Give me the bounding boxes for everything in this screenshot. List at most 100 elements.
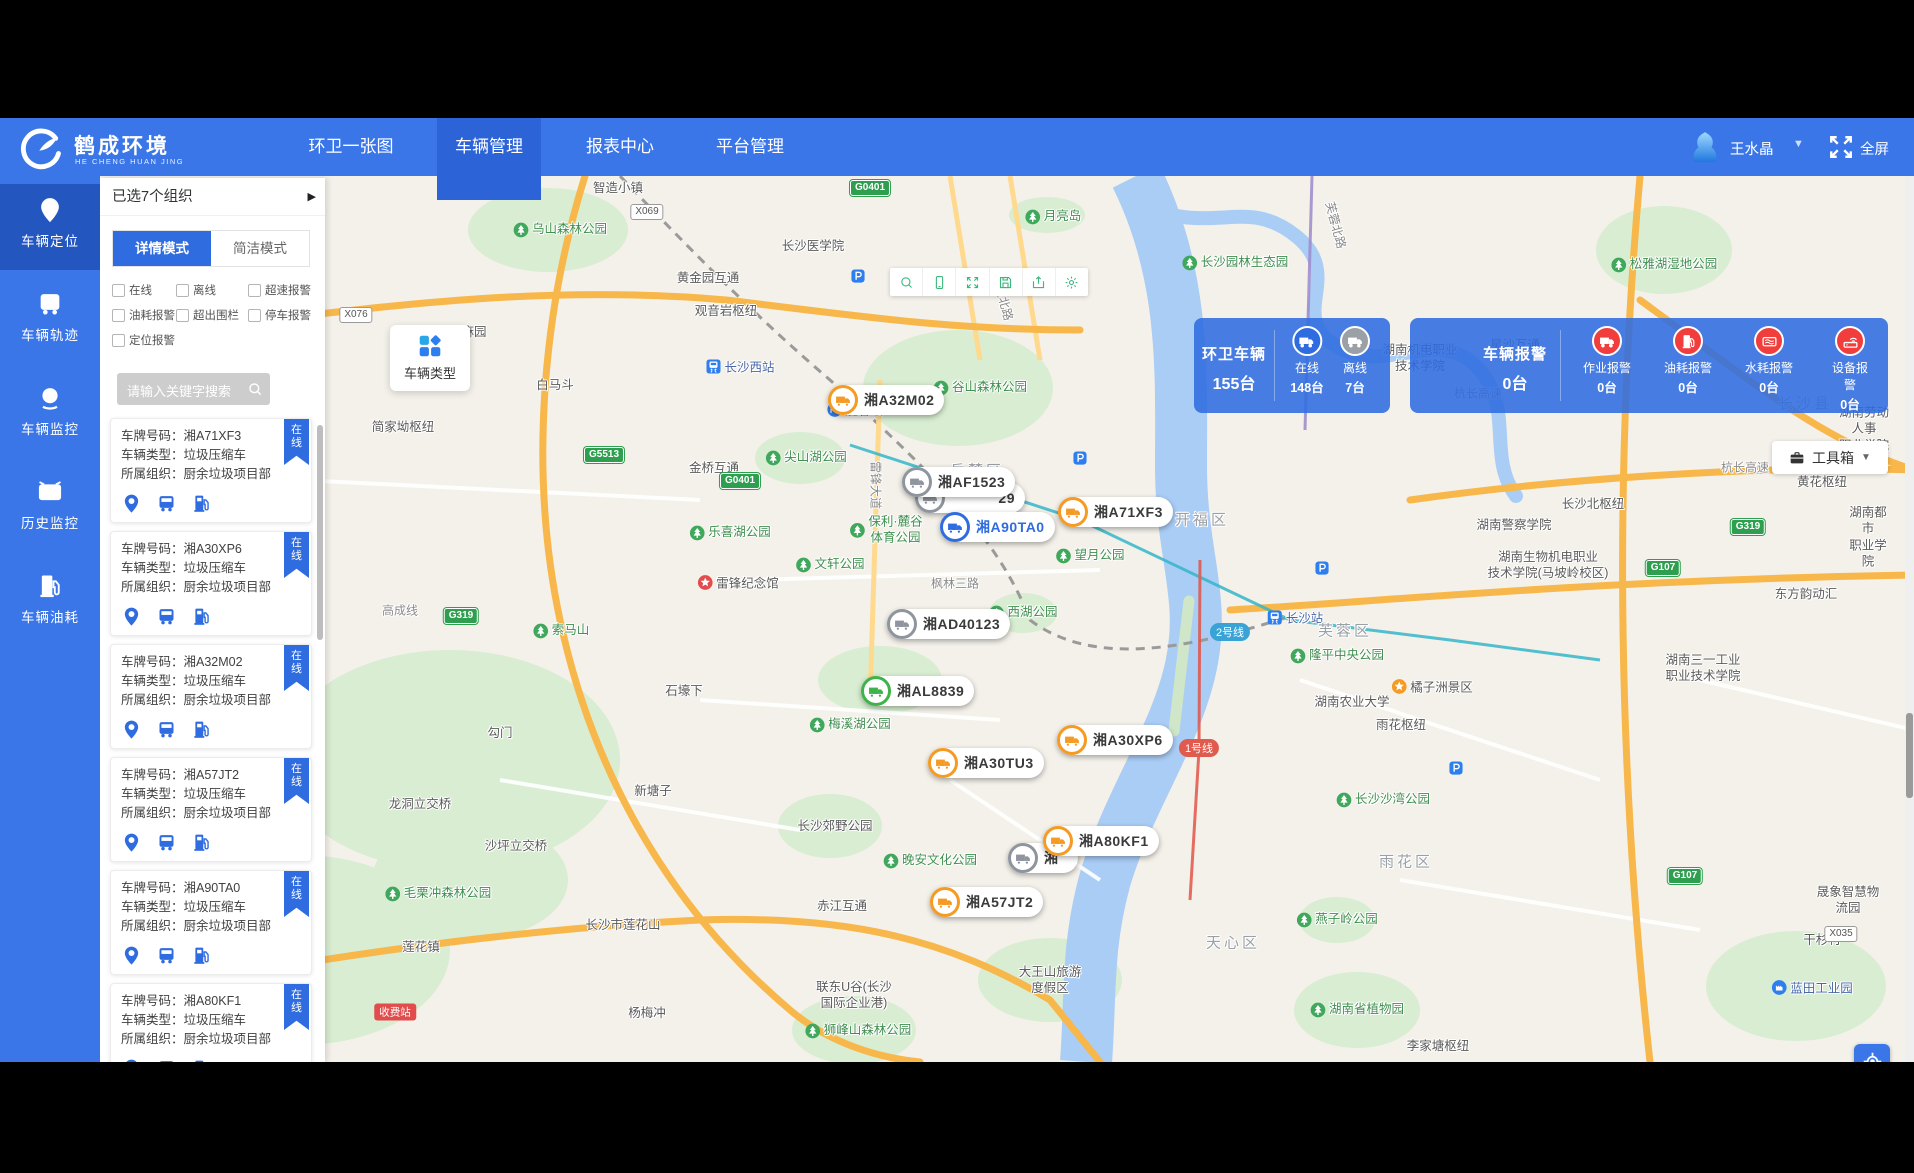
- tab-简洁模式[interactable]: 简洁模式: [211, 231, 309, 266]
- locate-icon[interactable]: [121, 493, 142, 514]
- vehicle-card-湘A90TA0[interactable]: 车牌号码：湘A90TA0车辆类型：垃圾压缩车所属组织：厨余垃圾项目部在 线: [110, 870, 312, 975]
- fuel-icon[interactable]: [191, 719, 212, 740]
- locate-button[interactable]: [1854, 1044, 1890, 1062]
- locate-icon[interactable]: [121, 1058, 142, 1062]
- fuel-icon[interactable]: [191, 1058, 212, 1062]
- filter-checkbox-离线[interactable]: 离线: [176, 282, 248, 298]
- vehicle-marker-湘AF1523[interactable]: 湘AF1523: [902, 467, 1015, 497]
- panel-scrollbar[interactable]: [317, 425, 323, 640]
- vehicle-marker-湘A80KF1[interactable]: 湘A80KF1: [1043, 826, 1159, 856]
- filter-checkbox-停车报警[interactable]: 停车报警: [248, 307, 312, 323]
- fullscreen-icon[interactable]: [1828, 134, 1854, 160]
- map-label-place: 白马斗: [536, 377, 574, 393]
- track-icon[interactable]: [156, 606, 177, 627]
- sidebar-item-车辆定位[interactable]: 车辆定位: [0, 184, 100, 270]
- search-box[interactable]: 请输入关键字搜索: [117, 373, 270, 405]
- fuel-icon[interactable]: [191, 606, 212, 627]
- magnifier-icon[interactable]: [890, 268, 923, 296]
- checkbox[interactable]: [176, 284, 189, 297]
- map-label-shield_w: X035: [1824, 926, 1857, 942]
- vehicle-card-湘A80KF1[interactable]: 车牌号码：湘A80KF1车辆类型：垃圾压缩车所属组织：厨余垃圾项目部在 线: [110, 983, 312, 1062]
- track-icon[interactable]: [156, 493, 177, 514]
- page-scrollbar[interactable]: [1905, 176, 1914, 1062]
- track-icon[interactable]: [156, 719, 177, 740]
- truck-alarm-icon: [1592, 326, 1622, 356]
- checkbox[interactable]: [112, 309, 125, 322]
- user-avatar[interactable]: [1688, 130, 1722, 164]
- checkbox[interactable]: [112, 334, 125, 347]
- fuel-icon[interactable]: [191, 493, 212, 514]
- poi-text: 长沙沙湾公园: [1355, 792, 1430, 808]
- map-label-place: 李家塘枢纽: [1407, 1038, 1470, 1054]
- search-icon[interactable]: [247, 381, 263, 397]
- map-canvas[interactable]: 智造小镇X069G0401G0401乌山森林公园长沙医学院黄金园互通月亮岛银星湾…: [96, 176, 1914, 1062]
- org-selector[interactable]: 已选7个组织 ▶: [100, 178, 325, 216]
- map-label-place: 黄花枢纽: [1797, 474, 1847, 490]
- filter-checkbox-超出围栏[interactable]: 超出围栏: [176, 307, 248, 323]
- map-label-place: 湖南农业大学: [1314, 694, 1389, 710]
- vehicle-marker-湘A57JT2[interactable]: 湘A57JT2: [930, 887, 1043, 917]
- vehicle-card-湘A32M02[interactable]: 车牌号码：湘A32M02车辆类型：垃圾压缩车所属组织：厨余垃圾项目部在 线: [110, 644, 312, 749]
- poi-text: 橘子洲景区: [1410, 677, 1473, 696]
- locate-icon[interactable]: [121, 606, 142, 627]
- toolbox-label: 工具箱: [1812, 448, 1854, 468]
- expand-icon[interactable]: [956, 268, 989, 296]
- sidebar-item-历史监控[interactable]: 历史监控: [0, 466, 100, 552]
- mobile-icon[interactable]: [923, 268, 956, 296]
- filter-checkbox-油耗报警[interactable]: 油耗报警: [112, 307, 176, 323]
- filter-checkbox-超速报警[interactable]: 超速报警: [248, 282, 312, 298]
- checkbox[interactable]: [112, 284, 125, 297]
- checkbox[interactable]: [248, 284, 261, 297]
- fuel-icon[interactable]: [191, 945, 212, 966]
- vehicle-marker-湘A30XP6[interactable]: 湘A30XP6: [1057, 725, 1173, 755]
- org-expand-icon[interactable]: ▶: [308, 178, 316, 216]
- nav-tab-4[interactable]: 平台管理: [698, 118, 802, 176]
- truck-icon: [1043, 826, 1073, 856]
- vehicle-type-button[interactable]: 车辆类型: [390, 325, 470, 391]
- nav-tab-1[interactable]: 环卫一张图: [291, 118, 412, 176]
- locate-icon[interactable]: [121, 719, 142, 740]
- page-scrollbar-thumb[interactable]: [1906, 713, 1913, 798]
- water-alarm-icon: [1754, 326, 1784, 356]
- sidebar-item-车辆油耗[interactable]: 车辆油耗: [0, 560, 100, 646]
- vehicle-card-湘A71XF3[interactable]: 车牌号码：湘A71XF3车辆类型：垃圾压缩车所属组织：厨余垃圾项目部在 线: [110, 418, 312, 523]
- filter-label: 离线: [193, 282, 216, 298]
- search-input[interactable]: 请输入关键字搜索: [127, 381, 242, 400]
- track-icon[interactable]: [156, 1058, 177, 1062]
- pin-icon: [36, 196, 64, 224]
- sidebar-item-label: 车辆轨迹: [0, 324, 100, 344]
- locate-icon[interactable]: [121, 832, 142, 853]
- vehicle-marker-湘AD40123[interactable]: 湘AD40123: [887, 609, 1010, 639]
- vehicle-marker-湘A32M02[interactable]: 湘A32M02: [828, 385, 944, 415]
- fuel-icon[interactable]: [191, 832, 212, 853]
- filter-checkbox-在线[interactable]: 在线: [112, 282, 176, 298]
- settings-icon[interactable]: [1056, 268, 1088, 296]
- locate-icon[interactable]: [121, 945, 142, 966]
- tab-详情模式[interactable]: 详情模式: [113, 231, 211, 266]
- user-menu-caret-icon[interactable]: ▼: [1793, 138, 1804, 150]
- nav-tab-2[interactable]: 车辆管理: [437, 118, 541, 200]
- sidebar-item-车辆监控[interactable]: 车辆监控: [0, 372, 100, 458]
- vehicle-marker-湘A90TA0[interactable]: 湘A90TA0: [940, 512, 1055, 542]
- filter-checkbox-定位报警[interactable]: 定位报警: [112, 332, 176, 348]
- checkbox[interactable]: [176, 309, 189, 322]
- save-icon[interactable]: [990, 268, 1023, 296]
- track-icon[interactable]: [156, 945, 177, 966]
- vehicle-marker-湘AL8839[interactable]: 湘AL8839: [861, 676, 974, 706]
- alarm-label: 作业报警: [1583, 359, 1631, 376]
- map-label-park: 燕子岭公园: [1296, 912, 1378, 928]
- vehicle-marker-湘A30TU3[interactable]: 湘A30TU3: [928, 748, 1044, 778]
- vehicle-card-湘A30XP6[interactable]: 车牌号码：湘A30XP6车辆类型：垃圾压缩车所属组织：厨余垃圾项目部在 线: [110, 531, 312, 636]
- checkbox[interactable]: [248, 309, 261, 322]
- vehicle-card-湘A57JT2[interactable]: 车牌号码：湘A57JT2车辆类型：垃圾压缩车所属组织：厨余垃圾项目部在 线: [110, 757, 312, 862]
- fullscreen-label[interactable]: 全屏: [1860, 138, 1889, 159]
- track-icon[interactable]: [156, 832, 177, 853]
- user-name[interactable]: 王水晶: [1730, 138, 1774, 159]
- toolbox-button[interactable]: 工具箱 ▼: [1772, 441, 1888, 474]
- sidebar-item-车辆轨迹[interactable]: 车辆轨迹: [0, 278, 100, 364]
- parking-icon: [1315, 561, 1330, 576]
- card-actions: [121, 1058, 212, 1062]
- nav-tab-3[interactable]: 报表中心: [568, 118, 672, 176]
- vehicle-marker-湘A71XF3[interactable]: 湘A71XF3: [1058, 497, 1173, 527]
- export-icon[interactable]: [1023, 268, 1056, 296]
